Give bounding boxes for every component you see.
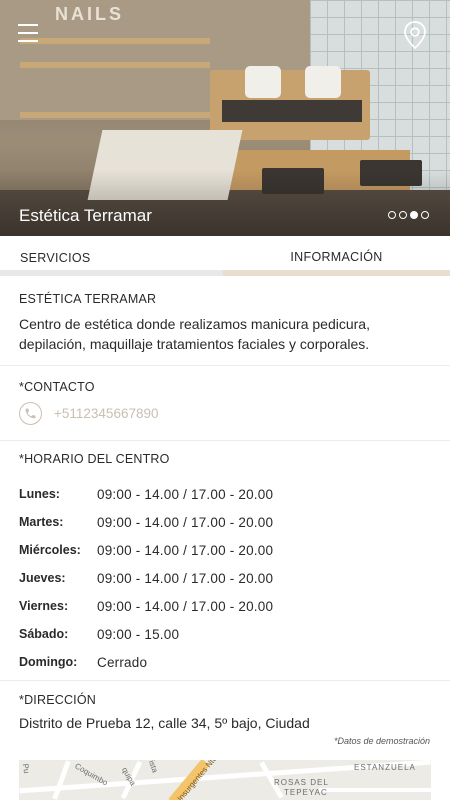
schedule-day: Martes: (19, 515, 64, 529)
menu-button[interactable] (18, 24, 38, 42)
schedule-day: Sábado: (19, 627, 69, 641)
divider (0, 680, 450, 681)
schedule-row: Sábado: 09:00 - 15.00 (19, 620, 431, 648)
carousel-dot[interactable] (399, 211, 407, 219)
divider (0, 440, 450, 441)
hero-sign: NAILS (55, 4, 124, 24)
schedule-row: Jueves: 09:00 - 14.00 / 17.00 - 20.00 (19, 564, 431, 592)
map-label: ista (146, 760, 160, 774)
phone-number[interactable]: +5112345667890 (54, 406, 159, 421)
schedule-hours: 09:00 - 14.00 / 17.00 - 20.00 (97, 514, 274, 530)
schedule-hours: 09:00 - 15.00 (97, 626, 180, 642)
schedule-row: Lunes: 09:00 - 14.00 / 17.00 - 20.00 (19, 480, 431, 508)
tab-indicator-active (223, 270, 450, 276)
about-title: ESTÉTICA TERRAMAR (19, 292, 157, 306)
map-label: Pu (20, 762, 32, 775)
divider (0, 365, 450, 366)
menu-bar (18, 40, 38, 42)
schedule-title: *HORARIO DEL CENTRO (19, 452, 170, 466)
map-label: ESTANZUELA (354, 763, 416, 772)
map-road (319, 788, 431, 792)
schedule-row: Domingo: Cerrado (19, 648, 431, 676)
contact-title: *CONTACTO (19, 380, 95, 394)
hero-pillow (245, 66, 281, 98)
phone-icon (19, 402, 42, 425)
phone-link[interactable]: +5112345667890 (19, 402, 159, 425)
schedule-day: Lunes: (19, 487, 60, 501)
location-map[interactable]: Pu Coquimbo quipa ista Insurgentes Nte R… (19, 760, 431, 800)
hero-shelf (20, 62, 210, 68)
schedule-row: Viernes: 09:00 - 14.00 / 17.00 - 20.00 (19, 592, 431, 620)
schedule-day: Domingo: (19, 655, 78, 669)
address-section: *DIRECCIÓN (19, 693, 431, 707)
hero-shelf (20, 112, 210, 118)
schedule-hours: Cerrado (97, 654, 148, 670)
hero-title: Estética Terramar (19, 206, 152, 225)
hero-cushion (222, 100, 362, 122)
hero-shelf (20, 38, 210, 44)
tab-indicator-inactive (0, 270, 223, 276)
location-pin-icon[interactable] (402, 20, 428, 50)
about-description: Centro de estética donde realizamos mani… (19, 316, 370, 352)
map-label: ROSAS DEL (274, 778, 329, 787)
address-title: *DIRECCIÓN (19, 693, 97, 707)
schedule-day: Jueves: (19, 571, 66, 585)
schedule-day: Miércoles: (19, 543, 81, 557)
schedule-hours: 09:00 - 14.00 / 17.00 - 20.00 (97, 598, 274, 614)
hero-pillow (305, 66, 341, 98)
map-road (52, 760, 71, 800)
schedule-row: Miércoles: 09:00 - 14.00 / 17.00 - 20.00 (19, 536, 431, 564)
demo-note: *Datos de demostración (333, 736, 430, 746)
schedule-row: Martes: 09:00 - 14.00 / 17.00 - 20.00 (19, 508, 431, 536)
carousel-dots[interactable] (388, 211, 429, 219)
address-text: Distrito de Prueba 12, calle 34, 5º bajo… (19, 715, 310, 731)
schedule-day: Viernes: (19, 599, 69, 613)
schedule-table: Lunes: 09:00 - 14.00 / 17.00 - 20.00 Mar… (19, 480, 431, 676)
schedule-hours: 09:00 - 14.00 / 17.00 - 20.00 (97, 570, 274, 586)
map-label: TEPEYAC (284, 788, 328, 797)
contact-section: *CONTACTO (19, 380, 431, 394)
carousel-dot[interactable] (388, 211, 396, 219)
menu-bar (18, 32, 38, 34)
schedule-section: *HORARIO DEL CENTRO (19, 452, 431, 466)
carousel-dot-active[interactable] (410, 211, 418, 219)
menu-bar (18, 24, 38, 26)
schedule-hours: 09:00 - 14.00 / 17.00 - 20.00 (97, 542, 274, 558)
hero-shade (0, 170, 450, 236)
schedule-hours: 09:00 - 14.00 / 17.00 - 20.00 (97, 486, 274, 502)
about-section: ESTÉTICA TERRAMAR Centro de estética don… (19, 292, 431, 354)
hero-image[interactable]: NAILS Estética Terramar (0, 0, 450, 236)
carousel-dot[interactable] (421, 211, 429, 219)
